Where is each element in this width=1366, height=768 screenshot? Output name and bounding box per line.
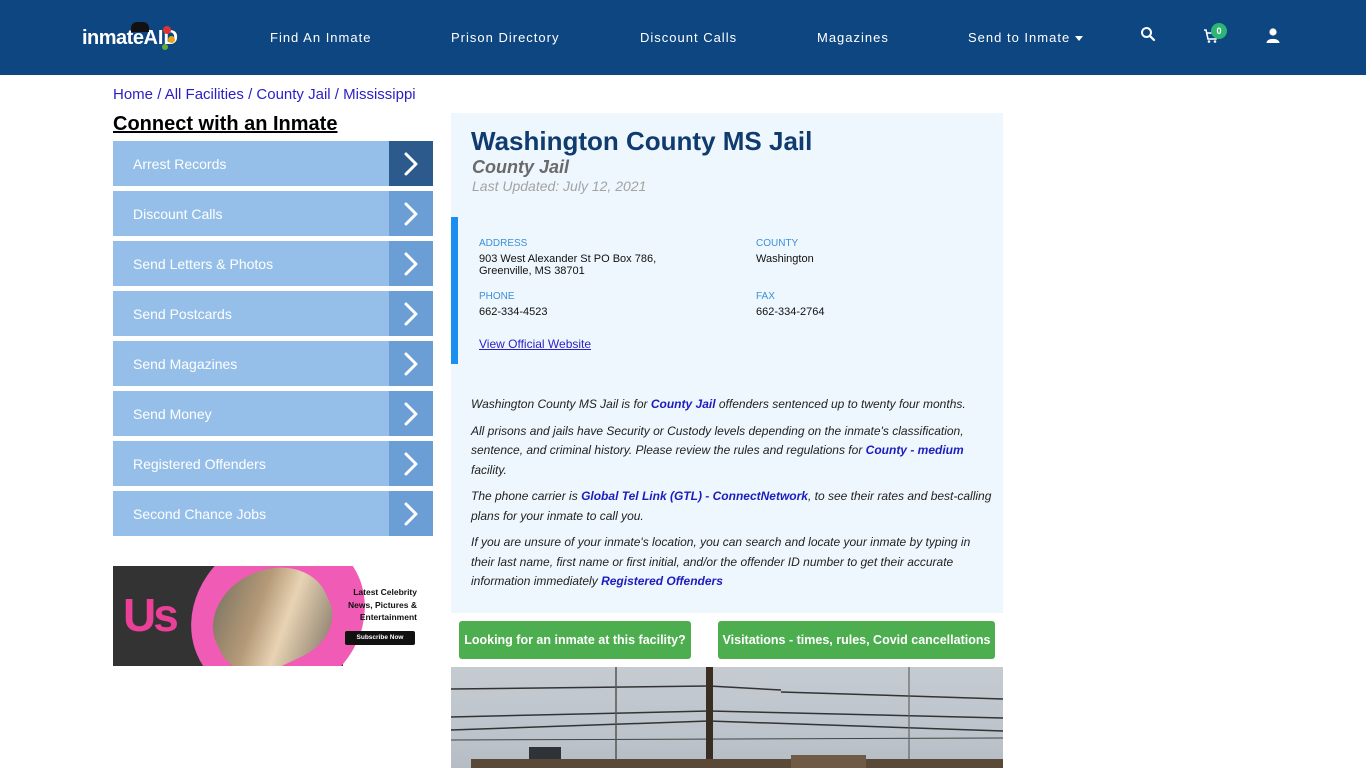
county-jail-link[interactable]: County Jail	[651, 397, 716, 411]
us-weekly-logo: Us	[123, 589, 179, 641]
description-paragraph: Washington County MS Jail is for County …	[471, 395, 996, 415]
gtl-connectnetwork-link[interactable]: Global Tel Link (GTL) - ConnectNetwork	[581, 489, 808, 503]
view-official-website-link[interactable]: View Official Website	[479, 337, 591, 351]
breadcrumb-mississippi[interactable]: Mississippi	[343, 86, 416, 103]
ad-tagline-line: Entertainment	[359, 612, 417, 622]
nav-send-to-inmate-label: Send to Inmate	[968, 30, 1071, 45]
chevron-right-icon	[389, 391, 433, 436]
facility-description: Washington County MS Jail is for County …	[471, 395, 996, 599]
caret-down-icon	[1075, 36, 1084, 42]
facility-title: Washington County MS Jail	[471, 126, 813, 156]
nav-send-to-inmate[interactable]: Send to Inmate	[968, 30, 1084, 45]
chevron-right-icon	[389, 241, 433, 286]
breadcrumb-home[interactable]: Home	[113, 86, 153, 103]
find-inmate-at-facility-button[interactable]: Looking for an inmate at this facility?	[459, 621, 691, 659]
phone-value[interactable]: 662-334-4523	[479, 306, 548, 318]
address-line-1: 903 West Alexander St PO Box 786,	[479, 253, 657, 265]
top-navigation-bar: inmate AID Find An Inmate Prison Director…	[0, 0, 1366, 75]
chevron-right-icon	[389, 491, 433, 536]
sidebar-item-send-letters-photos[interactable]: Send Letters & Photos	[113, 241, 433, 286]
sidebar-item-label: Arrest Records	[133, 155, 227, 172]
ad-tagline-line: Latest Celebrity	[353, 587, 417, 597]
search-icon[interactable]	[1140, 26, 1160, 46]
sidebar-item-label: Send Magazines	[133, 355, 238, 372]
sidebar-item-discount-calls[interactable]: Discount Calls	[113, 191, 433, 236]
sidebar-item-arrest-records[interactable]: Arrest Records	[113, 141, 433, 186]
sidebar-item-label: Send Letters & Photos	[133, 255, 274, 272]
connect-with-inmate-heading: Connect with an Inmate	[113, 113, 338, 135]
sidebar-item-label: Discount Calls	[133, 205, 223, 222]
sidebar-item-send-money[interactable]: Send Money	[113, 391, 433, 436]
us-weekly-ad-banner[interactable]: Us Latest Celebrity News, Pictures & Ent…	[113, 566, 433, 666]
registered-offenders-link[interactable]: Registered Offenders	[601, 574, 723, 588]
text: The phone carrier is	[471, 489, 582, 503]
address-field: ADDRESS 903 West Alexander St PO Box 786…	[479, 238, 656, 277]
sidebar-item-label: Send Money	[133, 405, 212, 422]
sidebar-item-label: Registered Offenders	[133, 455, 266, 472]
fax-field: FAX 662-334-2764	[756, 291, 825, 318]
logo-hat-icon	[131, 22, 149, 32]
fax-value: 662-334-2764	[756, 306, 825, 318]
sidebar-item-send-magazines[interactable]: Send Magazines	[113, 341, 433, 386]
visitations-button[interactable]: Visitations - times, rules, Covid cancel…	[718, 621, 995, 659]
logo-leaf-icon	[162, 44, 168, 50]
address-label: ADDRESS	[479, 238, 528, 249]
description-paragraph: The phone carrier is Global Tel Link (GT…	[471, 487, 996, 526]
chevron-right-icon	[389, 291, 433, 336]
chevron-right-icon	[389, 441, 433, 486]
nav-prison-directory[interactable]: Prison Directory	[451, 30, 559, 45]
phone-label: PHONE	[479, 291, 515, 302]
user-icon[interactable]	[1266, 28, 1286, 48]
county-label: COUNTY	[756, 238, 799, 249]
text: offenders sentenced up to twenty four mo…	[715, 397, 966, 411]
breadcrumb-all-facilities[interactable]: All Facilities	[165, 86, 244, 103]
facility-contact-info: ADDRESS 903 West Alexander St PO Box 786…	[451, 217, 1003, 364]
county-field: COUNTY Washington	[756, 238, 814, 265]
facility-type: County Jail	[472, 157, 570, 177]
chevron-right-icon	[389, 191, 433, 236]
facility-photo-scene	[451, 667, 1003, 768]
nav-magazines[interactable]: Magazines	[817, 30, 889, 45]
sidebar-item-registered-offenders[interactable]: Registered Offenders	[113, 441, 433, 486]
facility-panel: Washington County MS Jail County Jail La…	[451, 113, 1003, 613]
text: Washington County MS Jail is for	[471, 397, 651, 411]
description-paragraph: All prisons and jails have Security or C…	[471, 422, 996, 481]
sidebar-item-label: Send Postcards	[133, 305, 232, 322]
sidebar-item-second-chance-jobs[interactable]: Second Chance Jobs	[113, 491, 433, 536]
facility-photo	[451, 667, 1003, 768]
breadcrumb-separator: /	[248, 86, 253, 103]
county-value: Washington	[756, 253, 814, 265]
description-paragraph: If you are unsure of your inmate's locat…	[471, 533, 996, 592]
sidebar-item-send-postcards[interactable]: Send Postcards	[113, 291, 433, 336]
fax-label: FAX	[756, 291, 775, 302]
logo-leaf-icon	[163, 26, 171, 34]
chevron-right-icon	[389, 341, 433, 386]
nav-discount-calls[interactable]: Discount Calls	[640, 30, 737, 45]
sidebar-menu: Arrest Records Discount Calls Send Lette…	[113, 141, 433, 541]
breadcrumb: Home / All Facilities / County Jail / Mi…	[113, 86, 416, 103]
address-line-2: Greenville, MS 38701	[479, 265, 585, 277]
text: facility.	[471, 462, 507, 477]
ad-tagline-line: News, Pictures &	[348, 599, 417, 610]
county-medium-link[interactable]: County - medium	[866, 443, 964, 457]
cart-count-badge: 0	[1211, 23, 1227, 39]
logo-leaf-icon	[168, 36, 175, 43]
chevron-right-icon	[389, 141, 433, 186]
breadcrumb-separator: /	[157, 86, 162, 103]
ad-tagline: Latest Celebrity News, Pictures & Entert…	[335, 586, 417, 624]
ad-subscribe-button[interactable]: Subscribe Now	[345, 631, 415, 645]
breadcrumb-county-jail[interactable]: County Jail	[256, 86, 330, 103]
last-updated: Last Updated: July 12, 2021	[472, 178, 647, 194]
sidebar-item-label: Second Chance Jobs	[133, 505, 267, 522]
nav-find-an-inmate[interactable]: Find An Inmate	[270, 30, 371, 45]
phone-field: PHONE 662-334-4523	[479, 291, 548, 318]
breadcrumb-separator: /	[334, 86, 339, 103]
